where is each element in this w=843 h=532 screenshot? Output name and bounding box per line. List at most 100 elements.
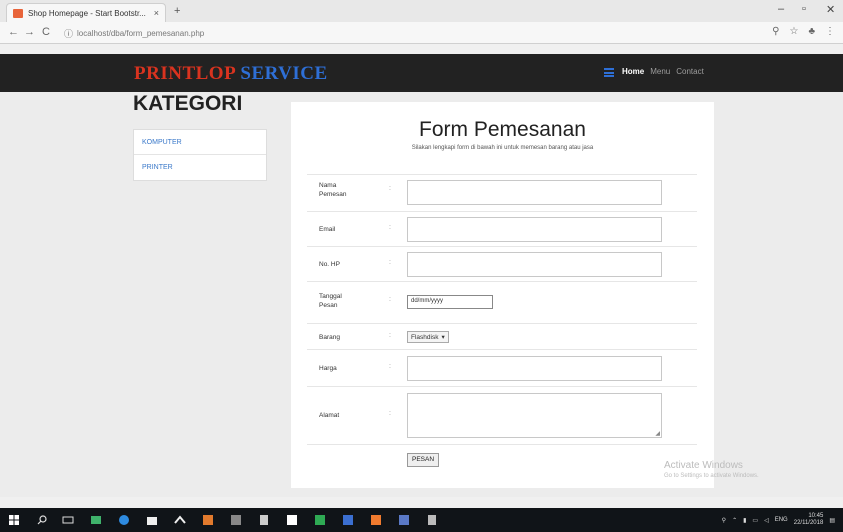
form-row-barang: Barang : Flashdisk ▾	[307, 323, 697, 349]
colon: :	[389, 363, 391, 370]
nohp-label: No. HP	[319, 261, 340, 268]
clock-time: 10:45	[808, 513, 824, 519]
colon: :	[389, 296, 391, 303]
colon: :	[389, 410, 391, 417]
app-gray-icon[interactable]	[230, 514, 242, 526]
task-view-icon[interactable]	[62, 514, 74, 526]
browser-tab[interactable]: Shop Homepage - Start Bootstr... ×	[6, 3, 166, 22]
nav-link-home[interactable]: Home	[622, 67, 644, 76]
dropdown-arrow-icon: ▾	[441, 334, 445, 341]
battery-icon[interactable]: ▮	[743, 517, 746, 524]
notification-icon[interactable]: ▤	[829, 517, 835, 524]
zoom-icon[interactable]: ⚲	[772, 26, 779, 37]
back-icon[interactable]: ←	[8, 26, 19, 38]
favicon-icon	[13, 8, 23, 18]
colon: :	[389, 185, 391, 192]
nama-label-line2: Pemesan	[319, 191, 347, 198]
browser-tab-bar: Shop Homepage - Start Bootstr... × + – ▫…	[0, 0, 843, 22]
extension-icon[interactable]: ♣	[808, 26, 815, 37]
brand-part2: SERVICE	[240, 63, 328, 84]
app-dark-icon[interactable]	[258, 514, 270, 526]
nav-link-menu[interactable]: Menu	[650, 67, 670, 76]
app-white-icon[interactable]	[286, 514, 298, 526]
tanggal-label-line2: Pesan	[319, 302, 338, 309]
colon: :	[389, 259, 391, 266]
url-field[interactable]: ⓘ localhost/dba/form_pemesanan.php	[64, 26, 764, 40]
search-icon[interactable]	[36, 514, 48, 526]
alamat-label: Alamat	[319, 412, 340, 419]
category-item-komputer[interactable]: KOMPUTER	[134, 130, 266, 155]
order-form-card: Form Pemesanan Silakan lengkapi form di …	[291, 102, 714, 488]
form-row-email: Email :	[307, 211, 697, 246]
clock-date: 22/11/2018	[793, 520, 824, 526]
system-tray: ⚲ ⌃ ▮ ▭ ◁ ENG 10:45 22/11/2018 ▤	[722, 513, 835, 527]
minimize-button[interactable]: –	[778, 3, 784, 15]
alamat-textarea[interactable]: ◢	[407, 393, 662, 438]
form-title: Form Pemesanan	[419, 118, 586, 141]
tanggal-label: Tanggal Pesan	[319, 292, 342, 310]
app-xampp-icon[interactable]	[370, 514, 382, 526]
windows-taskbar: ⚲ ⌃ ▮ ▭ ◁ ENG 10:45 22/11/2018 ▤	[0, 508, 843, 532]
store-icon[interactable]	[146, 514, 158, 526]
start-windows-icon[interactable]	[8, 514, 20, 526]
nohp-input[interactable]	[407, 252, 662, 277]
network-icon[interactable]: ▭	[752, 517, 758, 524]
bookmark-star-icon[interactable]: ☆	[789, 26, 798, 37]
nav-menu-icon[interactable]	[604, 68, 614, 77]
category-item-printer[interactable]: PRINTER	[134, 155, 266, 180]
nav-link-contact[interactable]: Contact	[676, 67, 704, 76]
pesan-button[interactable]: PESAN	[407, 453, 440, 467]
file-manager-icon[interactable]	[90, 514, 102, 526]
email-input[interactable]	[407, 217, 662, 242]
form-row-nohp: No. HP :	[307, 246, 697, 281]
mail-icon[interactable]	[174, 514, 186, 526]
tanggal-label-line1: Tanggal	[319, 293, 342, 300]
url-text: localhost/dba/form_pemesanan.php	[77, 28, 205, 38]
site-navbar: PRINTLOP SERVICE Home Menu Contact	[0, 54, 843, 92]
brand-logo[interactable]: PRINTLOP SERVICE	[134, 63, 328, 85]
tray-chevron-icon[interactable]: ⌃	[732, 517, 737, 524]
brand-part1: PRINTLOP	[134, 63, 236, 84]
menu-dots-icon[interactable]: ⋮	[825, 26, 835, 37]
app-orange-icon[interactable]	[202, 514, 214, 526]
page-content: KATEGORI KOMPUTER PRINTER Form Pemesanan…	[0, 92, 843, 497]
resize-grip-icon[interactable]: ◢	[655, 430, 660, 437]
edge-browser-icon[interactable]	[118, 514, 130, 526]
clock[interactable]: 10:45 22/11/2018	[794, 513, 824, 527]
app-sublime-icon[interactable]	[398, 514, 410, 526]
form-subtitle: Silakan lengkapi form di bawah ini untuk…	[411, 145, 594, 151]
volume-icon[interactable]: ◁	[764, 517, 769, 524]
harga-input[interactable]	[407, 356, 662, 381]
maximize-button[interactable]: ▫	[802, 3, 806, 15]
form-row-tanggal: Tanggal Pesan : dd/mm/yyyy	[307, 281, 697, 323]
harga-label: Harga	[319, 365, 337, 372]
nama-label-line1: Nama	[319, 182, 337, 189]
address-bar-icons: ⚲ ☆ ♣ ⋮	[772, 26, 835, 37]
app-misc-icon[interactable]	[426, 514, 438, 526]
watermark-line2: Go to Settings to activate Windows.	[664, 473, 759, 479]
colon: :	[389, 332, 391, 339]
barang-selected-value: Flashdisk	[411, 333, 439, 341]
activation-watermark: Activate Windows Go to Settings to activ…	[664, 460, 759, 479]
nama-input[interactable]	[407, 180, 662, 205]
form-row-alamat: Alamat : ◢	[307, 386, 697, 444]
close-window-button[interactable]: ✕	[826, 3, 835, 16]
category-list: KOMPUTER PRINTER	[133, 129, 267, 181]
nav-links: Home Menu Contact	[622, 67, 704, 76]
people-icon[interactable]: ⚲	[722, 517, 726, 524]
form-row-submit: PESAN	[307, 444, 697, 472]
address-bar-row: ← → C ⓘ localhost/dba/form_pemesanan.php…	[0, 22, 843, 44]
language-indicator[interactable]: ENG	[775, 517, 788, 523]
app-green-icon[interactable]	[314, 514, 326, 526]
tab-close-icon[interactable]: ×	[154, 8, 159, 18]
app-blue-icon[interactable]	[342, 514, 354, 526]
new-tab-button[interactable]: +	[174, 5, 180, 17]
barang-select[interactable]: Flashdisk ▾	[407, 331, 449, 343]
kategori-heading: KATEGORI	[133, 92, 243, 115]
tab-title: Shop Homepage - Start Bootstr...	[28, 8, 146, 18]
tanggal-date-input[interactable]: dd/mm/yyyy	[407, 295, 493, 309]
info-icon: ⓘ	[64, 28, 74, 39]
form-row-nama: Nama Pemesan :	[307, 174, 697, 211]
reload-icon[interactable]: C	[42, 26, 50, 38]
forward-icon[interactable]: →	[24, 26, 35, 38]
